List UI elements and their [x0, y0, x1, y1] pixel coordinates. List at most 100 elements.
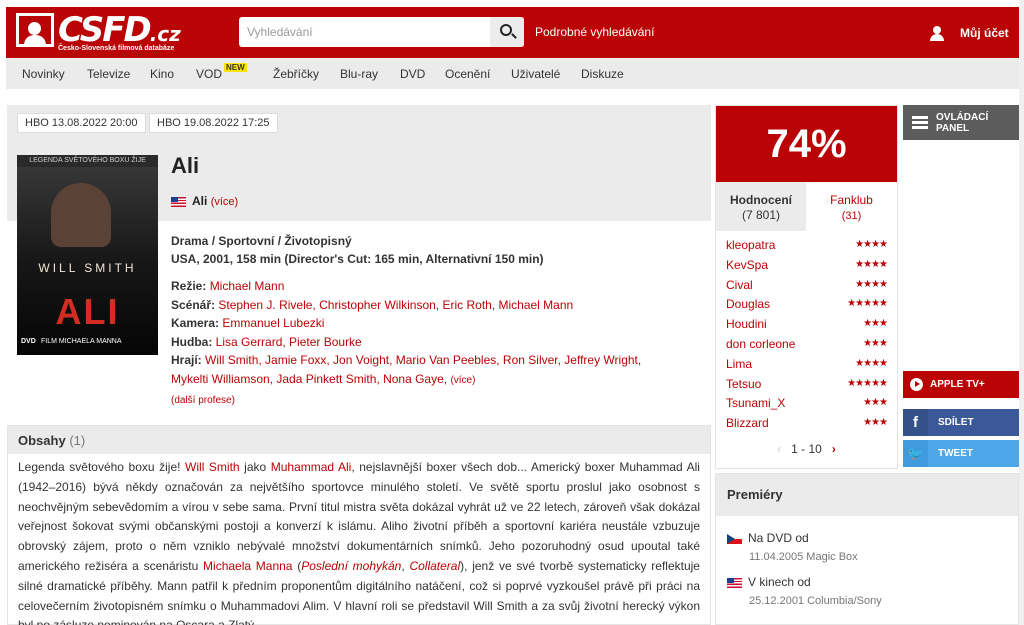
plot-link-collateral[interactable]: Collateral	[409, 559, 460, 573]
credit-link[interactable]: Lisa Gerrard, Pieter Bourke	[216, 335, 362, 349]
tab-fanclub[interactable]: Fanklub (31)	[806, 182, 897, 231]
cast-link[interactable]: Mykelti Williamson, Jada Pinkett Smith, …	[171, 372, 447, 386]
nav-item-televize[interactable]: Televize	[87, 67, 130, 81]
poster-actor-text: WILL SMITH	[38, 261, 137, 275]
credit-link[interactable]: Michael Mann	[210, 279, 285, 293]
nav-item-vod[interactable]: VOD	[196, 67, 222, 81]
ratings-pager: ‹ 1 - 10 ›	[716, 442, 897, 456]
plot-link-michael-mann[interactable]: Michaela Manna	[203, 559, 292, 573]
cast-link[interactable]: Will Smith, Jamie Foxx, Jon Voight, Mari…	[205, 353, 641, 367]
more-professions-link[interactable]: (další profese)	[171, 395, 235, 406]
logo-text: CSFD.cz	[58, 10, 181, 50]
credit-camera: Kamera: Emmanuel Lubezki	[171, 316, 325, 330]
rating-box: 74% Hodnocení (7 801) Fanklub (31) kleopat…	[715, 105, 898, 469]
star-rating: ★★★★	[855, 278, 888, 290]
apple-tv-button[interactable]: APPLE TV+	[903, 371, 1019, 398]
plot-link-muhammad-ali[interactable]: Muhammad Ali	[271, 460, 352, 474]
twitter-share-button[interactable]: 🐦 TWEET	[903, 440, 1019, 467]
star-rating: ★★★★	[855, 258, 888, 270]
star-rating: ★★★	[863, 337, 888, 349]
user-name-link[interactable]: Houdini	[726, 317, 767, 331]
film-poster[interactable]: LEGENDA SVĚTOVÉHO BOXU ŽIJE WILL SMITH A…	[17, 155, 158, 355]
site-header: CSFD.cz Česko-Slovenská filmová databáze…	[0, 0, 1024, 58]
plot-link-will-smith[interactable]: Will Smith	[185, 460, 240, 474]
plot-text: Legenda světového boxu žije! Will Smith …	[18, 460, 700, 625]
advanced-search-link[interactable]: Podrobné vyhledávání	[535, 25, 654, 39]
user-name-link[interactable]: don corleone	[726, 337, 795, 351]
facebook-share-button[interactable]: f SDÍLET	[903, 409, 1019, 436]
user-name-link[interactable]: Lima	[726, 357, 752, 371]
user-rating-row: Lima ★★★★	[716, 356, 897, 376]
film-genres: Drama / Sportovní / Životopisný	[171, 234, 352, 248]
pager-next-icon[interactable]: ›	[832, 442, 836, 456]
plot-link-last-mohican[interactable]: Poslední mohykán	[301, 559, 401, 573]
user-name-link[interactable]: KevSpa	[726, 258, 768, 272]
tab-ratings[interactable]: Hodnocení (7 801)	[716, 182, 806, 231]
star-rating: ★★★★	[855, 357, 888, 369]
user-name-link[interactable]: Tsunami_X	[726, 396, 785, 410]
menu-icon	[912, 116, 928, 129]
page-scrollbar[interactable]	[1019, 0, 1024, 625]
pager-prev-icon[interactable]: ‹	[777, 442, 781, 456]
user-rating-row: Douglas ★★★★★	[716, 296, 897, 316]
search-box	[239, 17, 524, 47]
poster-credit: FILM MICHAELA MANNA	[41, 338, 122, 345]
credit-link[interactable]: Stephen J. Rivele, Christopher Wilkinson…	[218, 298, 573, 312]
main-nav: Novinky Televize Kino VOD NEW Žebříčky B…	[6, 58, 1019, 89]
star-rating: ★★★★★	[847, 377, 888, 389]
plot-header: Obsahy (1)	[8, 426, 710, 454]
search-button[interactable]	[490, 17, 524, 47]
premieres-header: Premiéry	[716, 474, 1018, 516]
nav-item-bluray[interactable]: Blu-ray	[340, 67, 378, 81]
vod-new-badge: NEW	[224, 63, 247, 72]
nav-item-zebricky[interactable]: Žebříčky	[273, 67, 319, 81]
nav-item-uzivatele[interactable]: Uživatelé	[511, 67, 560, 81]
plot-section: Obsahy (1) Legenda světového boxu žije! …	[7, 425, 711, 625]
credit-directing: Režie: Michael Mann	[171, 279, 285, 293]
user-rating-row: Cival ★★★★	[716, 277, 897, 297]
film-origin: USA, 2001, 158 min (Director's Cut: 165 …	[171, 252, 544, 266]
film-title: Ali	[171, 153, 200, 178]
star-rating: ★★★★	[855, 239, 888, 250]
control-panel-button[interactable]: OVLÁDACÍ PANEL	[903, 105, 1019, 140]
tweet-label: TWEET	[938, 448, 973, 459]
search-input[interactable]	[239, 17, 489, 47]
user-ratings-list: kleopatra ★★★★ KevSpa ★★★★ Cival ★★★★ Douglas ★…	[716, 237, 897, 435]
user-name-link[interactable]: Tetsuo	[726, 377, 761, 391]
nav-item-diskuze[interactable]: Diskuze	[581, 67, 624, 81]
premiere-type: Na DVD od	[748, 531, 809, 545]
site-logo[interactable]: CSFD.cz Česko-Slovenská filmová databáze	[16, 10, 186, 55]
pager-range: 1 - 10	[791, 442, 822, 456]
facebook-icon: f	[903, 409, 928, 436]
user-name-link[interactable]: Cival	[726, 278, 753, 292]
user-name-link[interactable]: kleopatra	[726, 238, 775, 252]
play-icon	[910, 378, 923, 391]
premieres-box: Premiéry Na DVD od 11.04.2005 Magic Box …	[715, 473, 1019, 625]
alt-titles-more-link[interactable]: (více)	[211, 196, 239, 208]
nav-item-novinky[interactable]: Novinky	[22, 67, 65, 81]
user-rating-row: Blizzard ★★★	[716, 415, 897, 435]
cast-more-link[interactable]: (více)	[450, 375, 475, 386]
user-rating-row: Tsunami_X ★★★	[716, 395, 897, 415]
alt-title: Ali	[192, 194, 208, 208]
rating-percent: 74%	[716, 106, 897, 182]
user-name-link[interactable]: Blizzard	[726, 416, 769, 430]
logo-subtitle: Česko-Slovenská filmová databáze	[58, 45, 175, 52]
nav-item-oceneni[interactable]: Ocenění	[445, 67, 490, 81]
user-icon	[928, 25, 946, 41]
poster-title-text: ALI	[55, 291, 120, 332]
us-flag-icon	[727, 577, 742, 588]
credit-link[interactable]: Emmanuel Lubezki	[222, 316, 324, 330]
user-name-link[interactable]: Douglas	[726, 297, 770, 311]
us-flag-icon	[171, 196, 186, 207]
nav-item-dvd[interactable]: DVD	[400, 67, 425, 81]
poster-dvd-badge: DVD	[21, 338, 36, 345]
star-rating: ★★★★★	[847, 298, 888, 310]
nav-item-kino[interactable]: Kino	[150, 67, 174, 81]
user-rating-row: don corleone ★★★	[716, 336, 897, 356]
tv-schedule-tag[interactable]: HBO 19.08.2022 17:25	[149, 113, 278, 133]
premieres-title: Premiéry	[727, 487, 783, 502]
logo-tld: .cz	[149, 22, 181, 46]
poster-figure	[51, 183, 111, 247]
tv-schedule-tag[interactable]: HBO 13.08.2022 20:00	[17, 113, 146, 133]
